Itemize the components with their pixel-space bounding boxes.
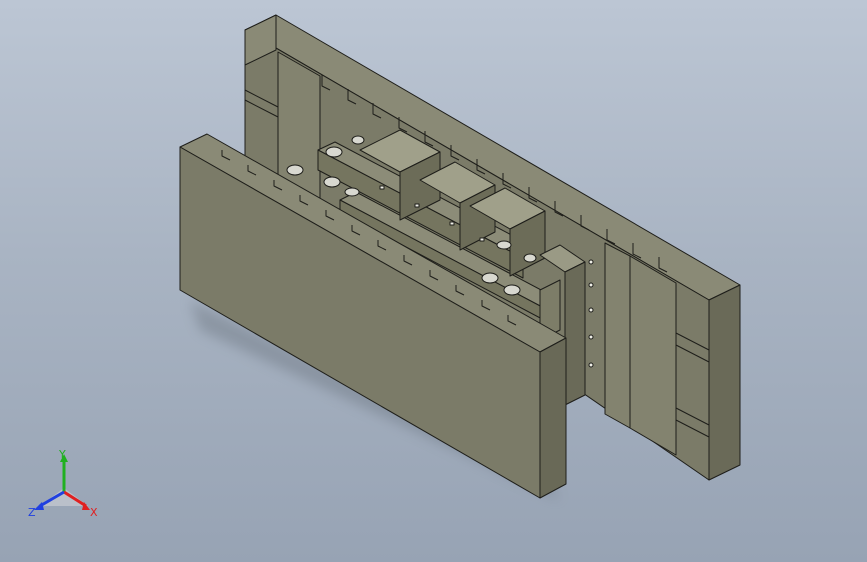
x-axis-label: X (90, 506, 98, 519)
cad-model[interactable] (0, 0, 867, 562)
graphics-viewport[interactable]: Y X Z (0, 0, 867, 562)
z-axis-label: Z (28, 506, 36, 519)
orientation-triad[interactable]: Y X Z (24, 448, 104, 528)
y-axis-label: Y (58, 448, 66, 461)
